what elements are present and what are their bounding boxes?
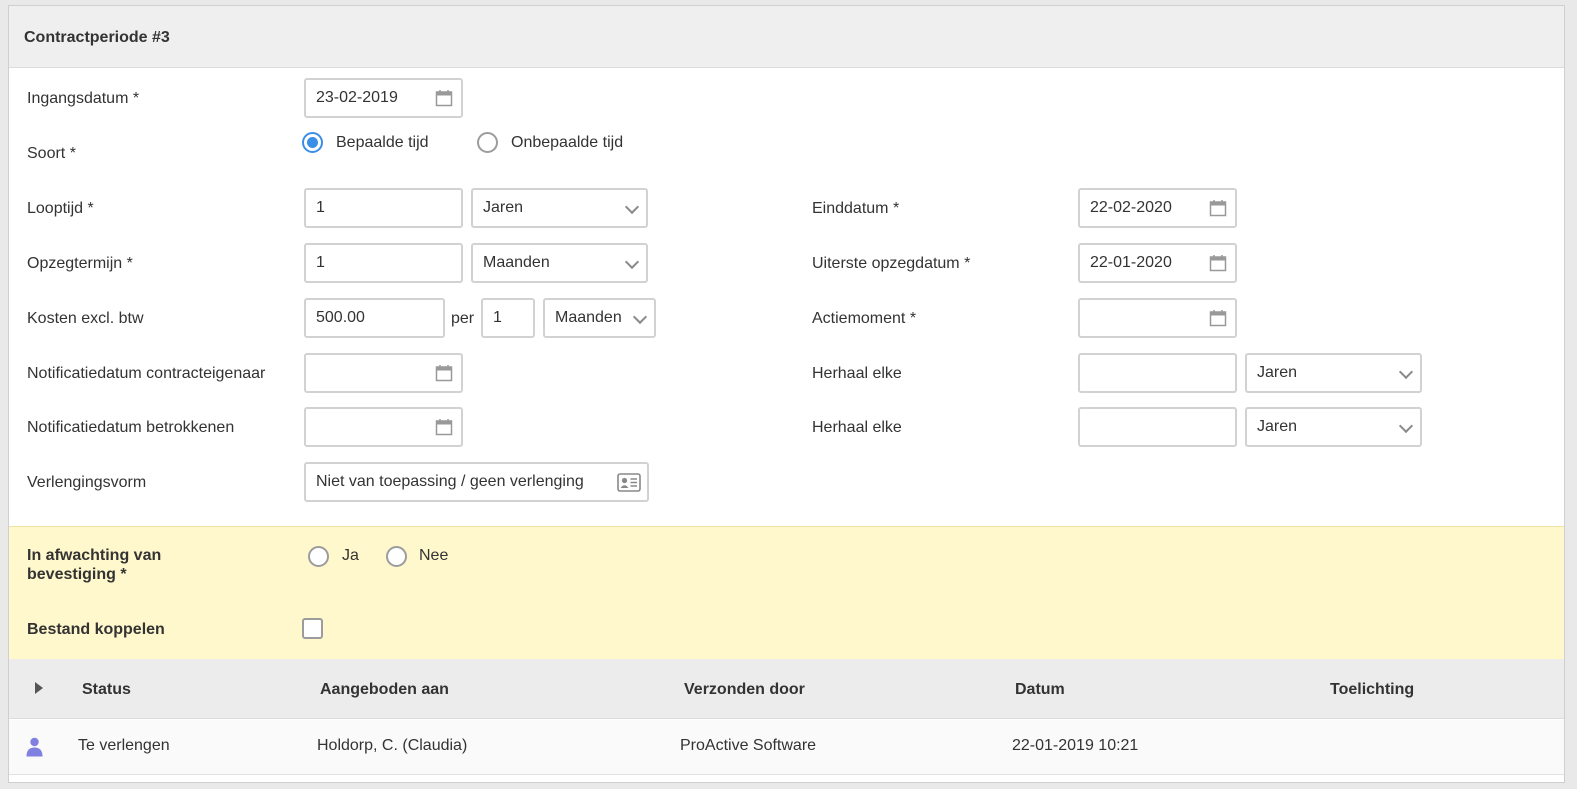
radio-ja-label: Ja xyxy=(342,547,359,564)
calendar-icon[interactable] xyxy=(1209,199,1227,217)
radio-nee-label: Nee xyxy=(419,547,449,564)
panel-header: Contractperiode #3 xyxy=(9,6,1564,68)
herhaal-elke-input-1[interactable] xyxy=(1078,353,1237,393)
looptijd-value: 1 xyxy=(316,199,325,216)
bestand-koppelen-label: Bestand koppelen xyxy=(27,621,165,638)
ingangsdatum-label: Ingangsdatum * xyxy=(27,90,140,107)
uiterste-opzegdatum-label: Uiterste opzegdatum * xyxy=(812,255,971,272)
looptijd-unit-value: Jaren xyxy=(483,199,524,216)
column-datum[interactable]: Datum xyxy=(1015,681,1065,699)
opzegtermijn-input[interactable]: 1 xyxy=(304,243,463,283)
cell-aangeboden-aan: Holdorp, C. (Claudia) xyxy=(317,737,468,754)
radio-ja[interactable] xyxy=(308,546,329,567)
column-toelichting[interactable]: Toelichting xyxy=(1330,681,1414,699)
cell-datum: 22-01-2019 10:21 xyxy=(1012,737,1139,754)
per-label: per xyxy=(451,310,475,327)
calendar-icon[interactable] xyxy=(435,364,453,382)
uiterste-opzegdatum-input[interactable]: 22-01-2020 xyxy=(1078,243,1237,283)
afwachting-label-line1: In afwachting van xyxy=(27,547,162,564)
einddatum-label: Einddatum * xyxy=(812,200,900,217)
herhaal-elke-unit-value-2: Jaren xyxy=(1257,418,1298,435)
herhaal-elke-label-2: Herhaal elke xyxy=(812,419,902,436)
column-status[interactable]: Status xyxy=(82,681,131,699)
einddatum-value: 22-02-2020 xyxy=(1090,199,1172,216)
radio-bepaalde-tijd[interactable] xyxy=(302,132,323,153)
ingangsdatum-value: 23-02-2019 xyxy=(316,89,398,106)
kosten-per-value: 1 xyxy=(493,309,502,326)
table-row[interactable]: Te verlengen Holdorp, C. (Claudia) ProAc… xyxy=(9,720,1564,775)
actiemoment-label: Actiemoment * xyxy=(812,310,917,327)
herhaal-elke-input-2[interactable] xyxy=(1078,407,1237,447)
actiemoment-input[interactable] xyxy=(1078,298,1237,338)
verlengingsvorm-value: Niet van toepassing / geen verlenging xyxy=(316,473,584,490)
notificatie-betrokkenen-input[interactable] xyxy=(304,407,463,447)
radio-onbepaalde-tijd-label: Onbepaalde tijd xyxy=(511,134,624,151)
einddatum-input[interactable]: 22-02-2020 xyxy=(1078,188,1237,228)
kosten-unit-select[interactable]: Maanden xyxy=(543,298,656,338)
notificatie-betrokkenen-label: Notificatiedatum betrokkenen xyxy=(27,419,235,436)
opzegtermijn-label: Opzegtermijn * xyxy=(27,255,133,272)
radio-onbepaalde-tijd[interactable] xyxy=(477,132,498,153)
contact-card-icon[interactable] xyxy=(617,473,641,492)
notificatie-eigenaar-input[interactable] xyxy=(304,353,463,393)
cell-verzonden-door: ProActive Software xyxy=(680,737,817,754)
column-verzonden-door[interactable]: Verzonden door xyxy=(684,681,805,699)
herhaal-elke-unit-select-1[interactable]: Jaren xyxy=(1245,353,1422,393)
user-icon xyxy=(26,737,43,757)
kosten-value: 500.00 xyxy=(316,309,365,326)
radio-nee[interactable] xyxy=(386,546,407,567)
column-aangeboden-aan[interactable]: Aangeboden aan xyxy=(320,681,449,699)
contract-period-panel: Contractperiode #3 Ingangsdatum * 23-02-… xyxy=(8,5,1565,783)
calendar-icon[interactable] xyxy=(435,418,453,436)
afwachting-label-line2: bevestiging * xyxy=(27,566,127,583)
ingangsdatum-input[interactable]: 23-02-2019 xyxy=(304,78,463,118)
table-header: Status Aangeboden aan Verzonden door Dat… xyxy=(9,659,1564,719)
verlengingsvorm-label: Verlengingsvorm xyxy=(27,474,147,491)
herhaal-elke-unit-select-2[interactable]: Jaren xyxy=(1245,407,1422,447)
panel-title: Contractperiode #3 xyxy=(24,29,170,46)
opzegtermijn-unit-select[interactable]: Maanden xyxy=(471,243,648,283)
expand-caret-icon[interactable] xyxy=(35,682,43,694)
kosten-input[interactable]: 500.00 xyxy=(304,298,445,338)
cell-status: Te verlengen xyxy=(78,737,170,754)
opzegtermijn-value: 1 xyxy=(316,254,325,271)
looptijd-input[interactable]: 1 xyxy=(304,188,463,228)
calendar-icon[interactable] xyxy=(1209,309,1227,327)
chevron-down-icon xyxy=(624,254,640,270)
looptijd-unit-select[interactable]: Jaren xyxy=(471,188,648,228)
looptijd-label: Looptijd * xyxy=(27,200,94,217)
chevron-down-icon xyxy=(632,309,648,325)
kosten-label: Kosten excl. btw xyxy=(27,310,144,327)
kosten-per-input[interactable]: 1 xyxy=(481,298,535,338)
calendar-icon[interactable] xyxy=(1209,254,1227,272)
notificatie-eigenaar-label: Notificatiedatum contracteigenaar xyxy=(27,365,266,382)
herhaal-elke-label-1: Herhaal elke xyxy=(812,365,902,382)
radio-bepaalde-tijd-label: Bepaalde tijd xyxy=(336,134,429,151)
chevron-down-icon xyxy=(1398,364,1414,380)
soort-label: Soort * xyxy=(27,145,76,162)
opzegtermijn-unit-value: Maanden xyxy=(483,254,550,271)
uiterste-opzegdatum-value: 22-01-2020 xyxy=(1090,254,1172,271)
kosten-unit-value: Maanden xyxy=(555,309,622,326)
calendar-icon[interactable] xyxy=(435,89,453,107)
verlengingsvorm-picker[interactable]: Niet van toepassing / geen verlenging xyxy=(304,462,649,502)
confirmation-section: In afwachting van bevestiging * Ja Nee B… xyxy=(9,526,1564,659)
chevron-down-icon xyxy=(624,199,640,215)
herhaal-elke-unit-value-1: Jaren xyxy=(1257,364,1298,381)
chevron-down-icon xyxy=(1398,418,1414,434)
bestand-koppelen-checkbox[interactable] xyxy=(302,618,323,639)
